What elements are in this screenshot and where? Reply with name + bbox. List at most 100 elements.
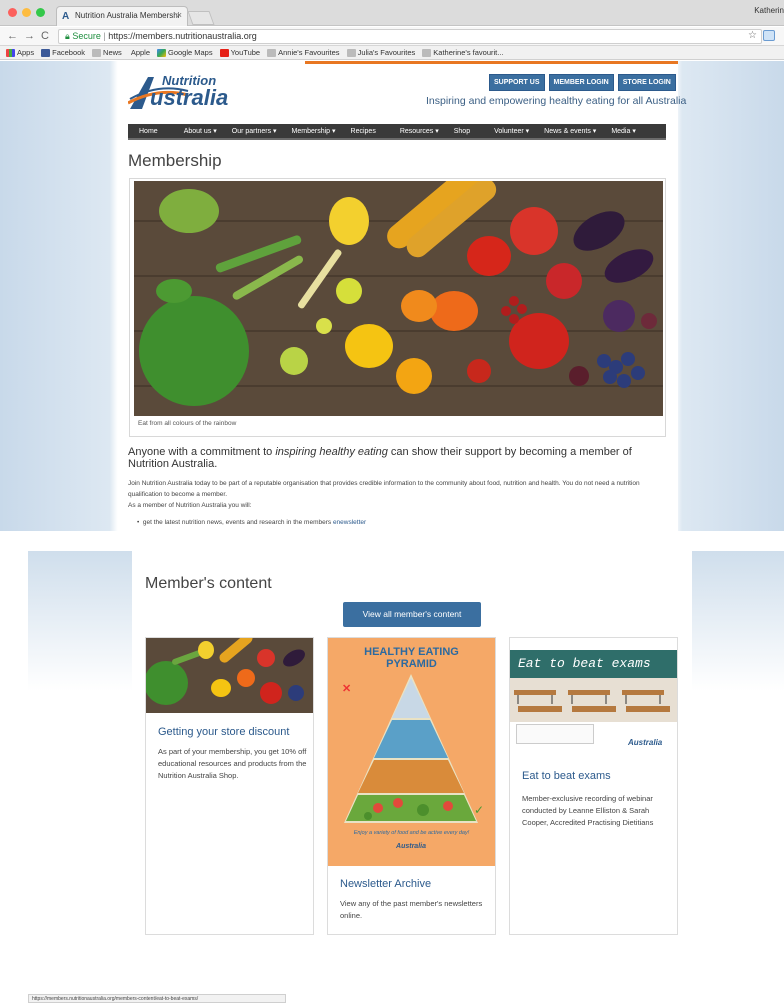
browser-tab-bar: A Nutrition Australia Membershi × Kather… — [0, 0, 784, 26]
nav-news-events[interactable]: News & events ▾ — [544, 127, 596, 135]
zoom-window-button[interactable] — [36, 8, 45, 17]
healthy-eating-pyramid-image: HEALTHY EATING PYRAMID ✕ ✓ Enjoy a varie… — [328, 638, 495, 866]
intro-text: Anyone with a commitment to — [128, 446, 276, 458]
paragraph-benefits-lead: As a member of Nutrition Australia you w… — [128, 502, 252, 509]
nav-recipes[interactable]: Recipes — [351, 128, 376, 135]
lock-icon: 🔒︎ — [65, 31, 70, 41]
card-description: View any of the past member's newsletter… — [340, 899, 483, 920]
support-us-button[interactable]: SUPPORT US — [489, 74, 545, 91]
webinar-info-box — [516, 724, 594, 744]
folder-icon — [346, 48, 356, 57]
card-title[interactable]: Eat to beat exams — [522, 770, 611, 782]
browser-user-name[interactable]: Katherin — [754, 6, 784, 15]
site-tagline: Inspiring and empowering healthy eating … — [426, 95, 687, 107]
extension-icon[interactable] — [763, 30, 775, 41]
bookmark-annies-favourites[interactable]: Annie's Favourites — [267, 47, 340, 58]
bookmark-julias-favourites[interactable]: Julia's Favourites — [346, 47, 416, 58]
card-description: Member-exclusive recording of webinar co… — [522, 794, 654, 827]
address-bar[interactable]: 🔒︎ Secure | https://members.nutritionaus… — [58, 29, 762, 44]
view-all-members-content-button[interactable]: View all member's content — [343, 602, 481, 627]
bookmarks-bar: Apps Facebook News Apple Google Maps You… — [0, 46, 784, 60]
nav-our-partners[interactable]: Our partners ▾ — [232, 127, 277, 135]
nav-about-us[interactable]: About us ▾ — [184, 127, 217, 135]
bookmark-apps[interactable]: Apps — [6, 47, 34, 58]
minimize-window-button[interactable] — [22, 8, 31, 17]
enewsletter-link[interactable]: enewsletter — [333, 519, 366, 526]
hero-figure: Eat from all colours of the rainbow — [129, 178, 666, 437]
membership-intro: Anyone with a commitment to inspiring he… — [128, 446, 668, 470]
membership-description: Join Nutrition Australia today to be par… — [128, 478, 668, 511]
card-title[interactable]: Getting your store discount — [158, 726, 289, 738]
apps-grid-icon — [6, 48, 15, 57]
bookmark-label: Annie's Favourites — [278, 48, 340, 57]
nav-home[interactable]: Home — [139, 128, 158, 135]
facebook-icon — [41, 48, 51, 57]
forward-arrow-icon[interactable]: → — [24, 30, 41, 42]
new-tab-button[interactable] — [187, 11, 215, 25]
youtube-icon — [219, 48, 229, 57]
nutrition-australia-logo[interactable]: Nutrition ustralia — [127, 73, 258, 113]
url-divider: | — [103, 31, 106, 41]
close-tab-icon[interactable]: × — [177, 10, 182, 20]
nav-volunteer[interactable]: Volunteer ▾ — [494, 127, 529, 135]
bookmark-label: YouTube — [230, 48, 261, 57]
bookmark-label: Apple — [130, 48, 150, 57]
bookmark-label: Julia's Favourites — [357, 48, 416, 57]
svg-text:✓: ✓ — [474, 803, 484, 817]
content-card-eat-to-beat-exams[interactable]: Eat to beat exams Australia Eat to beat … — [509, 637, 678, 935]
poster-footer: Enjoy a variety of food and be active ev… — [353, 830, 470, 836]
page-side-gradient-right — [692, 551, 784, 691]
reload-icon[interactable]: C — [41, 30, 55, 42]
bullet-text: get the latest nutrition news, events an… — [142, 519, 333, 526]
bookmark-facebook[interactable]: Facebook — [41, 47, 85, 58]
svg-text:✕: ✕ — [342, 683, 351, 695]
header-buttons: SUPPORT US MEMBER LOGIN STORE LOGIN — [489, 74, 676, 91]
store-login-button[interactable]: STORE LOGIN — [617, 74, 676, 91]
bookmark-youtube[interactable]: YouTube — [219, 47, 261, 58]
content-card-newsletter-archive[interactable]: HEALTHY EATING PYRAMID ✕ ✓ Enjoy a varie… — [327, 637, 496, 935]
screenshot-separator — [0, 531, 784, 551]
nav-resources[interactable]: Resources ▾ — [400, 127, 439, 135]
paragraph-join: Join Nutrition Australia today to be par… — [128, 480, 640, 498]
logo-text-bottom: ustralia — [150, 85, 229, 110]
hero-caption: Eat from all colours of the rainbow — [138, 420, 237, 427]
back-arrow-icon[interactable]: ← — [7, 30, 24, 42]
content-card-store-discount[interactable]: Getting your store discount As part of y… — [145, 637, 314, 935]
tab-title: Nutrition Australia Membershi — [75, 11, 180, 20]
folder-icon — [267, 48, 277, 57]
bookmark-label: Google Maps — [168, 48, 213, 57]
card-title[interactable]: Newsletter Archive — [340, 878, 431, 890]
bookmark-google-maps[interactable]: Google Maps — [157, 47, 213, 58]
close-window-button[interactable] — [8, 8, 17, 17]
bookmark-star-icon[interactable]: ☆ — [748, 30, 757, 41]
nutrition-australia-favicon: A — [62, 11, 70, 22]
google-maps-icon — [157, 48, 166, 57]
benefit-list-item: • get the latest nutrition news, events … — [137, 519, 366, 526]
nav-media[interactable]: Media ▾ — [611, 127, 636, 135]
bookmark-label: Apps — [17, 48, 35, 57]
bookmark-label: News — [103, 48, 122, 57]
card-logo: Australia — [628, 738, 663, 747]
navigation-buttons: ←→C — [7, 30, 55, 42]
bookmark-apple[interactable]: Apple — [129, 47, 150, 58]
intro-emphasis: inspiring healthy eating — [275, 446, 388, 458]
rainbow-vegetables-image — [134, 181, 663, 416]
eat-to-beat-exams-image: Eat to beat exams Australia — [510, 638, 677, 753]
nav-membership[interactable]: Membership ▾ — [292, 127, 336, 135]
bookmark-label: Katherine's favourit... — [433, 48, 504, 57]
folder-icon — [92, 48, 102, 57]
banner-text: Eat to beat exams — [518, 656, 651, 671]
member-login-button[interactable]: MEMBER LOGIN — [548, 74, 614, 91]
bookmark-katherines-favourites[interactable]: Katherine's favourit... — [422, 47, 504, 58]
card-description: As part of your membership, you get 10% … — [158, 747, 307, 780]
secure-label: Secure — [72, 31, 101, 41]
header-accent-bar — [305, 61, 678, 64]
bookmark-news[interactable]: News — [92, 47, 122, 58]
page-title: Membership — [128, 151, 222, 170]
url-text: https://members.nutritionaustralia.org — [108, 31, 257, 41]
nav-shop[interactable]: Shop — [454, 128, 470, 135]
browser-tab[interactable]: A Nutrition Australia Membershi × — [56, 6, 188, 26]
address-toolbar: ←→C 🔒︎ Secure | https://members.nutritio… — [0, 27, 784, 46]
window-controls — [8, 8, 45, 17]
page-side-gradient-left — [28, 551, 132, 691]
